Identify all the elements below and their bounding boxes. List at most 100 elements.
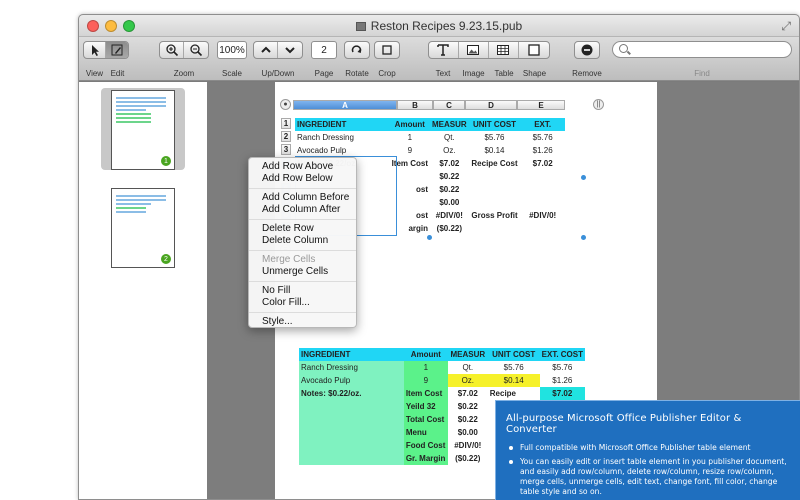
menu-no-fill[interactable]: No Fill: [249, 285, 356, 297]
zoom-in-button[interactable]: [160, 42, 185, 58]
table-header-cell[interactable]: Amount: [403, 348, 448, 361]
menu-add-row-above[interactable]: Add Row Above: [249, 161, 356, 173]
table-cell[interactable]: [469, 222, 521, 235]
table-cell[interactable]: $5.76: [520, 131, 565, 144]
table-cell[interactable]: #DIV/0!: [448, 439, 488, 452]
insert-shape-button[interactable]: [519, 42, 549, 58]
table-cell[interactable]: [299, 413, 404, 426]
table-cell[interactable]: $0.22: [430, 183, 469, 196]
table-cell[interactable]: $0.22: [448, 413, 488, 426]
page-down-button[interactable]: [278, 42, 302, 58]
menu-style[interactable]: Style...: [249, 316, 356, 328]
table-cell[interactable]: $0.22: [448, 400, 488, 413]
table-cell[interactable]: $0.00: [430, 196, 469, 209]
table-cell[interactable]: [390, 196, 430, 209]
row-header-3[interactable]: 3: [281, 144, 291, 155]
table-cell[interactable]: #DIV/0!: [430, 209, 469, 222]
table-cell[interactable]: [299, 400, 404, 413]
column-header-c[interactable]: C: [433, 100, 465, 110]
table-cell[interactable]: Recipe: [488, 387, 540, 400]
table-resize-handle[interactable]: [581, 235, 586, 240]
table-cell[interactable]: $7.02: [448, 387, 488, 400]
menu-delete-row[interactable]: Delete Row: [249, 223, 356, 235]
table-cell[interactable]: 1: [403, 361, 448, 374]
column-header-d[interactable]: D: [465, 100, 517, 110]
table-cell[interactable]: Gr. Margin: [403, 452, 448, 465]
zoom-out-button[interactable]: [184, 42, 208, 58]
menu-color-fill[interactable]: Color Fill...: [249, 297, 356, 309]
table-header-cell[interactable]: EXT.: [520, 118, 565, 131]
table-cell[interactable]: $7.02: [539, 387, 585, 400]
table-resize-handle[interactable]: [581, 175, 586, 180]
table-cell[interactable]: Food Cost: [403, 439, 448, 452]
table-cell[interactable]: Notes: $0.22/oz.: [299, 387, 404, 400]
table-cell[interactable]: argin: [390, 222, 430, 235]
table-cell[interactable]: Qt.: [430, 131, 469, 144]
table-cell[interactable]: $5.76: [469, 131, 521, 144]
table-cell[interactable]: $1.26: [520, 144, 565, 157]
table-cell[interactable]: [469, 196, 521, 209]
table-cell[interactable]: $7.02: [520, 157, 565, 170]
insert-image-button[interactable]: [459, 42, 490, 58]
column-header-a[interactable]: A: [293, 100, 397, 110]
table-cell[interactable]: 9: [403, 374, 448, 387]
table-cell[interactable]: Qt.: [448, 361, 488, 374]
table-cell[interactable]: Avocado Pulp: [295, 144, 390, 157]
column-header-e[interactable]: E: [517, 100, 565, 110]
table-cell[interactable]: [469, 170, 521, 183]
table-cell[interactable]: $0.14: [487, 374, 540, 387]
table-cell[interactable]: $5.76: [488, 361, 540, 374]
table-header-cell[interactable]: Amount: [389, 118, 431, 131]
menu-delete-column[interactable]: Delete Column: [249, 235, 356, 247]
table-cell[interactable]: [520, 222, 565, 235]
table-cell[interactable]: ($0.22): [430, 222, 469, 235]
table-cell[interactable]: Oz.: [430, 144, 469, 157]
page-thumbnail-2[interactable]: 2: [111, 188, 175, 268]
table-cell[interactable]: [390, 170, 430, 183]
page-thumbnail-1[interactable]: 1: [111, 90, 175, 170]
table-cell[interactable]: 9: [390, 144, 430, 157]
table-cell[interactable]: 1: [390, 131, 430, 144]
find-input[interactable]: [612, 41, 792, 58]
table-cell[interactable]: [299, 426, 404, 439]
table-cell[interactable]: Item Cost: [390, 157, 430, 170]
table-header-cell[interactable]: MEASUR: [430, 118, 469, 131]
menu-add-row-below[interactable]: Add Row Below: [249, 173, 356, 185]
column-resize-handle[interactable]: ||: [593, 99, 604, 110]
table-resize-handle[interactable]: [427, 235, 432, 240]
page-number-field[interactable]: 2: [311, 41, 337, 59]
table-header-cell[interactable]: MEASUR: [447, 348, 488, 361]
table-cell[interactable]: Total Cost: [403, 413, 448, 426]
page-up-button[interactable]: [254, 42, 279, 58]
table-cell[interactable]: Avocado Pulp: [299, 374, 404, 387]
table-cell[interactable]: $0.22: [430, 170, 469, 183]
insert-table-button[interactable]: [489, 42, 519, 58]
table-header-cell[interactable]: INGREDIENT: [295, 118, 390, 131]
table-cell[interactable]: [299, 439, 404, 452]
rotate-button[interactable]: [345, 42, 369, 58]
remove-button[interactable]: [575, 42, 599, 58]
table-cell[interactable]: Gross Profit: [469, 209, 521, 222]
row-header-1[interactable]: 1: [281, 118, 291, 129]
table-cell[interactable]: ost: [390, 183, 430, 196]
row-header-2[interactable]: 2: [281, 131, 291, 142]
table-cell[interactable]: ($0.22): [448, 452, 488, 465]
table-cell[interactable]: [299, 452, 404, 465]
column-header-b[interactable]: B: [397, 100, 433, 110]
table-cell[interactable]: $0.00: [448, 426, 488, 439]
table-cell[interactable]: Item Cost: [403, 387, 448, 400]
insert-text-button[interactable]: [429, 42, 459, 58]
table-select-handle[interactable]: ●: [280, 99, 291, 110]
table-cell[interactable]: Menu: [403, 426, 448, 439]
table-cell[interactable]: $1.26: [540, 374, 585, 387]
table-cell[interactable]: Yeild 32: [403, 400, 448, 413]
table-cell[interactable]: Oz.: [447, 374, 488, 387]
menu-add-column-before[interactable]: Add Column Before: [249, 192, 356, 204]
view-button[interactable]: [84, 42, 107, 58]
edit-button[interactable]: [106, 42, 128, 58]
fullscreen-icon[interactable]: ⤢: [781, 19, 791, 34]
table-cell[interactable]: $5.76: [540, 361, 585, 374]
table-header-cell[interactable]: UNIT COST: [487, 348, 540, 361]
table-cell[interactable]: [469, 183, 521, 196]
crop-button[interactable]: [375, 42, 399, 58]
